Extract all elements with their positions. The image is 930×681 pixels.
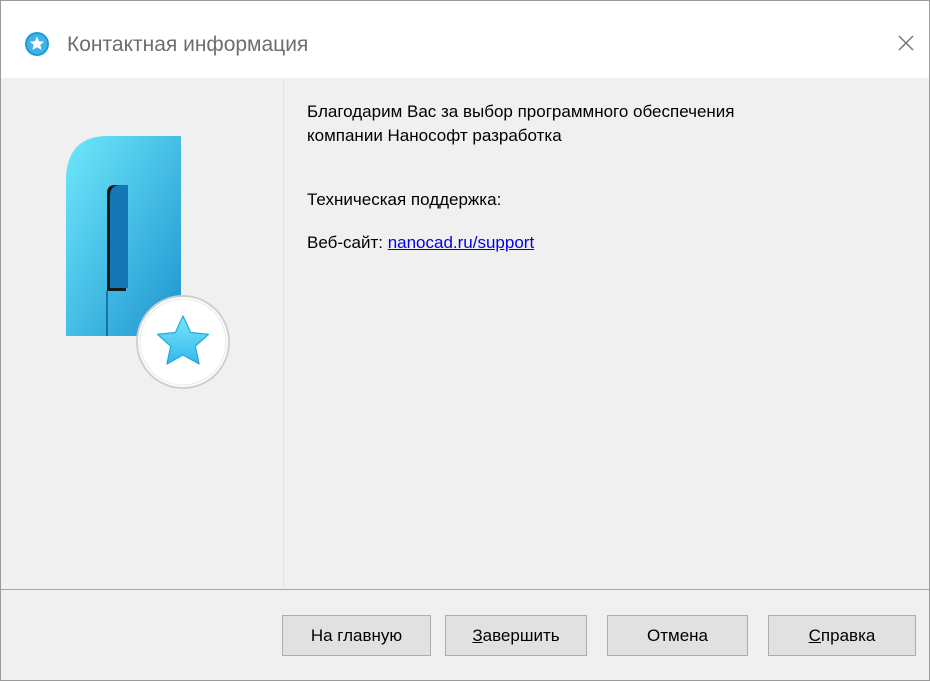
contact-info-dialog: Контактная информация Благодарим Вас за … [0, 0, 930, 681]
thanks-text-line2: компании Нанософт разработка [307, 126, 562, 145]
finish-button-label: Завершить [472, 626, 559, 646]
home-button-label: На главную [310, 625, 403, 645]
support-link[interactable]: nanocad.ru/support [388, 233, 535, 252]
finish-button[interactable]: Завершить [445, 615, 587, 656]
window-title: Контактная информация [67, 33, 309, 56]
footer-divider [1, 589, 929, 590]
finish-label-rest: авершить [482, 625, 560, 645]
website-label: Веб-сайт: [307, 233, 388, 252]
title-bar[interactable]: Контактная информация [1, 1, 929, 78]
help-label-rest: правка [820, 625, 876, 645]
close-icon [898, 35, 914, 51]
home-button[interactable]: На главную [282, 615, 431, 656]
cancel-button[interactable]: Отмена [607, 615, 748, 656]
help-button[interactable]: Справка [768, 615, 916, 656]
close-button[interactable] [883, 21, 929, 65]
help-mnemonic: С [808, 625, 821, 645]
finish-mnemonic: З [472, 625, 483, 645]
cancel-button-label: Отмена [647, 625, 708, 645]
website-line: Веб-сайт: nanocad.ru/support [307, 231, 907, 255]
panel-divider [283, 78, 284, 588]
star-badge-icon [25, 32, 49, 56]
thanks-text-line1: Благодарим Вас за выбор программного обе… [307, 102, 735, 121]
nanocad-logo [66, 136, 230, 389]
help-button-label: Справка [809, 626, 876, 646]
support-heading: Техническая поддержка: [307, 190, 502, 209]
content-area: Благодарим Вас за выбор программного обе… [307, 100, 907, 255]
